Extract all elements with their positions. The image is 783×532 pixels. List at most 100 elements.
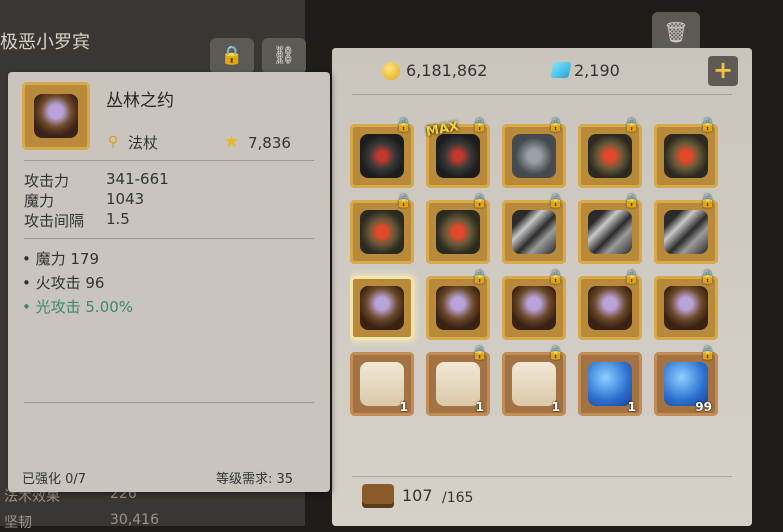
gold-amount: 6,181,862 — [406, 61, 488, 80]
inventory-slot[interactable]: 🔒 — [502, 270, 566, 340]
item-score: 7,836 — [248, 134, 291, 152]
divider — [352, 94, 732, 95]
item-count: 1 — [627, 400, 636, 414]
item-type: 法杖 — [128, 134, 159, 152]
boots-icon — [360, 134, 404, 178]
lock-icon: 🔒 — [547, 194, 564, 209]
inventory-slot[interactable]: 1 — [578, 352, 642, 416]
inventory-slot[interactable]: 🔒 — [578, 194, 642, 264]
item-image — [22, 82, 90, 150]
inventory-slot[interactable]: 🔒 — [654, 270, 718, 340]
ring-icon — [360, 210, 404, 254]
add-currency-button[interactable]: + — [708, 56, 738, 86]
inventory-slot[interactable]: 🔒 1 — [502, 346, 566, 416]
ring-icon — [588, 134, 632, 178]
gem-icon — [588, 362, 632, 406]
lock-icon: 🔒 — [471, 194, 488, 209]
lock-icon: 🔒 — [471, 118, 488, 133]
staff-icon — [360, 286, 404, 330]
stat-label: 坚韧 — [4, 515, 32, 531]
gem-amount: 2,190 — [574, 61, 620, 80]
lock-icon: 🔒 — [699, 346, 716, 361]
glove-icon — [512, 134, 556, 178]
level-requirement: 等级需求: 35 — [216, 472, 294, 487]
divider — [352, 476, 732, 477]
staff-icon — [34, 94, 78, 138]
inventory-grid: 🔒 🔒 MAX 🔒 🔒 🔒 🔒 🔒 🔒 🔒 🔒 🔒 🔒 🔒 🔒 1 🔒 1 🔒 1 1 🔒 99 — [350, 100, 740, 472]
bonus-line: • 光攻击 5.00% — [22, 298, 134, 316]
lock-button[interactable]: 🔒 — [210, 38, 254, 74]
lock-icon: 🔒 — [471, 346, 488, 361]
staff-icon — [664, 286, 708, 330]
ring-icon — [664, 134, 708, 178]
inventory-slot[interactable]: 🔒 — [578, 270, 642, 340]
item-count: 1 — [475, 400, 484, 414]
link-icon: ⛓ — [272, 45, 296, 66]
scroll-icon — [512, 362, 556, 406]
lock-icon: 🔒 — [471, 270, 488, 285]
scroll-icon — [360, 362, 404, 406]
inventory-panel: 6,181,862 2,190 + 🔒 🔒 MAX 🔒 🔒 🔒 🔒 🔒 🔒 🔒 🔒 🔒 🔒 🔒 🔒 1 🔒 1 🔒 1… — [332, 48, 752, 526]
inventory-slot[interactable]: 🔒 1 — [426, 346, 490, 416]
divider — [24, 238, 314, 239]
stat-value: 341-661 — [106, 170, 169, 188]
inventory-slot[interactable]: 🔒 99 — [654, 346, 718, 416]
lock-icon: 🔒 — [623, 194, 640, 209]
stat-value: 1043 — [106, 190, 145, 208]
inventory-slot[interactable]: 1 — [350, 352, 414, 416]
ring-icon — [436, 210, 480, 254]
gold-coin-icon — [382, 62, 400, 80]
enhance-level: 已强化 0/7 — [22, 472, 87, 487]
lock-icon: 🔒 — [547, 118, 564, 133]
divider — [24, 402, 314, 403]
lock-icon: 🔒 — [623, 118, 640, 133]
staff-icon — [588, 286, 632, 330]
trash-icon: 🗑 — [663, 20, 689, 44]
inventory-slot[interactable]: 🔒 — [502, 118, 566, 188]
lock-icon: 🔒 — [395, 194, 412, 209]
inventory-slot[interactable]: 🔒 — [350, 194, 414, 264]
chest-icon — [362, 484, 394, 508]
inventory-slot[interactable]: 🔒 — [654, 118, 718, 188]
inventory-slot[interactable]: 🔒 — [578, 118, 642, 188]
stat-label: 攻击力 — [24, 172, 70, 190]
gem-icon — [550, 62, 572, 78]
bonus-line: • 魔力 179 — [22, 250, 100, 268]
sword-icon — [664, 210, 708, 254]
inventory-slot[interactable]: 🔒 — [350, 118, 414, 188]
inventory-slot[interactable]: 🔒 MAX — [425, 118, 490, 188]
staff-type-icon: ⚲ — [108, 134, 119, 150]
sword-icon — [588, 210, 632, 254]
item-count: 99 — [695, 400, 712, 414]
lock-icon: 🔒 — [547, 270, 564, 285]
lock-icon: 🔒 — [220, 45, 244, 66]
bag-count: 107 — [402, 486, 433, 505]
boots-icon — [436, 134, 480, 178]
unlock-button[interactable]: ⛓ — [262, 38, 306, 74]
inventory-slot[interactable]: 🔒 — [426, 194, 490, 264]
item-detail-popup: 丛林之约 ⚲ 法杖 ★ 7,836 攻击力 341-661 魔力 1043 攻击… — [8, 72, 330, 492]
character-title: 极恶小罗宾 — [0, 32, 90, 53]
bonus-line: • 火攻击 96 — [22, 274, 105, 292]
stat-value: 1.5 — [106, 210, 130, 228]
staff-icon — [436, 286, 480, 330]
divider — [24, 160, 314, 161]
bag-capacity: /165 — [442, 490, 474, 506]
inventory-slot[interactable]: 🔒 — [654, 194, 718, 264]
inventory-slot[interactable] — [350, 276, 414, 340]
lock-icon: 🔒 — [699, 194, 716, 209]
item-count: 1 — [399, 400, 408, 414]
sword-icon — [512, 210, 556, 254]
item-count: 1 — [551, 400, 560, 414]
lock-icon: 🔒 — [699, 118, 716, 133]
trash-button[interactable]: 🗑 — [652, 12, 700, 52]
stat-label: 攻击间隔 — [24, 212, 85, 230]
inventory-slot[interactable]: 🔒 — [426, 270, 490, 340]
lock-icon: 🔒 — [395, 118, 412, 133]
lock-icon: 🔒 — [623, 270, 640, 285]
staff-icon — [512, 286, 556, 330]
lock-icon: 🔒 — [547, 346, 564, 361]
inventory-slot[interactable]: 🔒 — [502, 194, 566, 264]
item-name: 丛林之约 — [106, 91, 174, 111]
star-icon: ★ — [224, 132, 240, 152]
